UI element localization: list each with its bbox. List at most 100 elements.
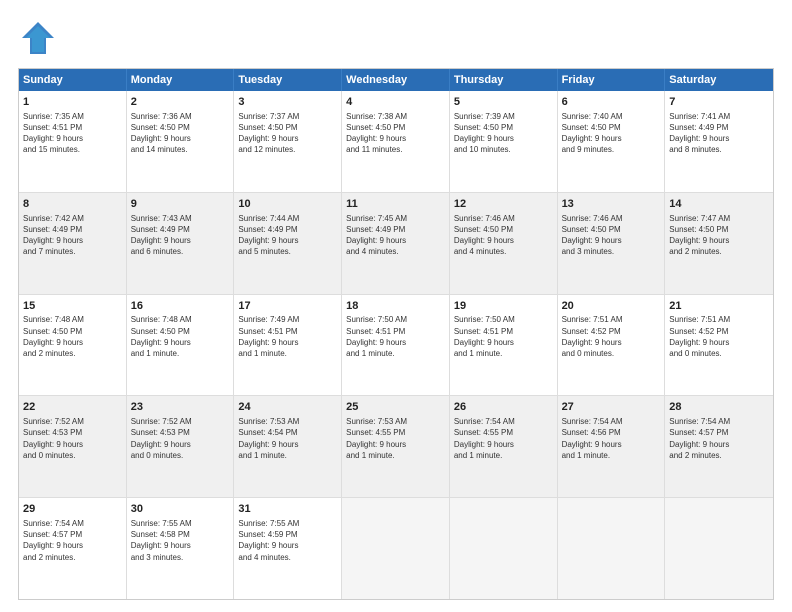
day-number: 29 [23, 502, 122, 517]
day-number: 15 [23, 299, 122, 314]
logo [18, 18, 62, 58]
cell-info-line: Sunset: 4:49 PM [238, 224, 337, 235]
calendar-page: Sunday Monday Tuesday Wednesday Thursday… [0, 0, 792, 612]
day-number: 17 [238, 299, 337, 314]
calendar-cell: 16Sunrise: 7:48 AMSunset: 4:50 PMDayligh… [127, 295, 235, 396]
header-wednesday: Wednesday [342, 69, 450, 91]
cell-info-line: Sunset: 4:49 PM [346, 224, 445, 235]
cell-info-line: Sunset: 4:59 PM [238, 529, 337, 540]
calendar-cell: 28Sunrise: 7:54 AMSunset: 4:57 PMDayligh… [665, 396, 773, 497]
cell-info-line: Sunrise: 7:54 AM [23, 518, 122, 529]
cell-info-line: and 5 minutes. [238, 246, 337, 257]
cell-info-line: and 4 minutes. [346, 246, 445, 257]
cell-info-line: Sunset: 4:50 PM [131, 326, 230, 337]
header-thursday: Thursday [450, 69, 558, 91]
cell-info-line: Sunrise: 7:43 AM [131, 213, 230, 224]
cell-info-line: and 1 minute. [562, 450, 661, 461]
cell-info-line: Daylight: 9 hours [23, 235, 122, 246]
cell-info-line: Sunrise: 7:41 AM [669, 111, 769, 122]
day-number: 1 [23, 95, 122, 110]
cell-info-line: Sunrise: 7:55 AM [131, 518, 230, 529]
cell-info-line: and 15 minutes. [23, 144, 122, 155]
day-number: 6 [562, 95, 661, 110]
cell-info-line: Sunset: 4:56 PM [562, 427, 661, 438]
cell-info-line: Daylight: 9 hours [131, 540, 230, 551]
calendar-week-1: 8Sunrise: 7:42 AMSunset: 4:49 PMDaylight… [19, 192, 773, 294]
cell-info-line: Daylight: 9 hours [131, 235, 230, 246]
cell-info-line: and 1 minute. [238, 348, 337, 359]
cell-info-line: and 2 minutes. [669, 246, 769, 257]
cell-info-line: Sunrise: 7:52 AM [23, 416, 122, 427]
cell-info-line: and 4 minutes. [238, 552, 337, 563]
cell-info-line: Sunset: 4:52 PM [669, 326, 769, 337]
cell-info-line: Daylight: 9 hours [23, 540, 122, 551]
calendar: Sunday Monday Tuesday Wednesday Thursday… [18, 68, 774, 600]
day-number: 21 [669, 299, 769, 314]
day-number: 22 [23, 400, 122, 415]
cell-info-line: and 2 minutes. [669, 450, 769, 461]
cell-info-line: and 3 minutes. [131, 552, 230, 563]
header [18, 18, 774, 58]
cell-info-line: and 2 minutes. [23, 348, 122, 359]
cell-info-line: Sunset: 4:50 PM [669, 224, 769, 235]
cell-info-line: Daylight: 9 hours [454, 235, 553, 246]
calendar-week-4: 29Sunrise: 7:54 AMSunset: 4:57 PMDayligh… [19, 497, 773, 599]
cell-info-line: and 1 minute. [346, 450, 445, 461]
calendar-cell: 9Sunrise: 7:43 AMSunset: 4:49 PMDaylight… [127, 193, 235, 294]
cell-info-line: Sunset: 4:50 PM [346, 122, 445, 133]
cell-info-line: and 3 minutes. [562, 246, 661, 257]
calendar-cell: 1Sunrise: 7:35 AMSunset: 4:51 PMDaylight… [19, 91, 127, 192]
cell-info-line: Daylight: 9 hours [669, 337, 769, 348]
cell-info-line: Sunrise: 7:44 AM [238, 213, 337, 224]
cell-info-line: and 2 minutes. [23, 552, 122, 563]
cell-info-line: and 6 minutes. [131, 246, 230, 257]
cell-info-line: Sunset: 4:54 PM [238, 427, 337, 438]
cell-info-line: Sunrise: 7:45 AM [346, 213, 445, 224]
cell-info-line: Daylight: 9 hours [238, 540, 337, 551]
cell-info-line: and 0 minutes. [131, 450, 230, 461]
day-number: 11 [346, 197, 445, 212]
day-number: 12 [454, 197, 553, 212]
cell-info-line: Sunset: 4:52 PM [562, 326, 661, 337]
cell-info-line: Sunrise: 7:48 AM [23, 314, 122, 325]
cell-info-line: Sunrise: 7:54 AM [562, 416, 661, 427]
cell-info-line: Sunset: 4:58 PM [131, 529, 230, 540]
cell-info-line: Sunset: 4:50 PM [131, 122, 230, 133]
day-number: 23 [131, 400, 230, 415]
cell-info-line: Sunrise: 7:51 AM [562, 314, 661, 325]
logo-icon [18, 18, 58, 58]
calendar-cell: 20Sunrise: 7:51 AMSunset: 4:52 PMDayligh… [558, 295, 666, 396]
cell-info-line: Sunset: 4:51 PM [23, 122, 122, 133]
cell-info-line: Sunrise: 7:55 AM [238, 518, 337, 529]
cell-info-line: and 1 minute. [238, 450, 337, 461]
cell-info-line: and 1 minute. [131, 348, 230, 359]
header-monday: Monday [127, 69, 235, 91]
calendar-cell: 19Sunrise: 7:50 AMSunset: 4:51 PMDayligh… [450, 295, 558, 396]
cell-info-line: Daylight: 9 hours [562, 439, 661, 450]
calendar-cell: 26Sunrise: 7:54 AMSunset: 4:55 PMDayligh… [450, 396, 558, 497]
cell-info-line: Daylight: 9 hours [238, 337, 337, 348]
cell-info-line: and 1 minute. [454, 450, 553, 461]
cell-info-line: Daylight: 9 hours [346, 235, 445, 246]
cell-info-line: Daylight: 9 hours [562, 133, 661, 144]
cell-info-line: Sunset: 4:51 PM [238, 326, 337, 337]
day-number: 3 [238, 95, 337, 110]
cell-info-line: and 12 minutes. [238, 144, 337, 155]
cell-info-line: Sunset: 4:55 PM [346, 427, 445, 438]
cell-info-line: and 0 minutes. [669, 348, 769, 359]
calendar-cell: 14Sunrise: 7:47 AMSunset: 4:50 PMDayligh… [665, 193, 773, 294]
day-number: 5 [454, 95, 553, 110]
cell-info-line: Sunrise: 7:50 AM [454, 314, 553, 325]
cell-info-line: Sunrise: 7:46 AM [562, 213, 661, 224]
cell-info-line: Sunrise: 7:53 AM [238, 416, 337, 427]
day-number: 14 [669, 197, 769, 212]
cell-info-line: Sunrise: 7:40 AM [562, 111, 661, 122]
cell-info-line: Sunrise: 7:42 AM [23, 213, 122, 224]
day-number: 9 [131, 197, 230, 212]
cell-info-line: Daylight: 9 hours [454, 133, 553, 144]
cell-info-line: Sunset: 4:49 PM [131, 224, 230, 235]
cell-info-line: Sunrise: 7:36 AM [131, 111, 230, 122]
calendar-cell: 24Sunrise: 7:53 AMSunset: 4:54 PMDayligh… [234, 396, 342, 497]
calendar-body: 1Sunrise: 7:35 AMSunset: 4:51 PMDaylight… [19, 91, 773, 599]
header-saturday: Saturday [665, 69, 773, 91]
